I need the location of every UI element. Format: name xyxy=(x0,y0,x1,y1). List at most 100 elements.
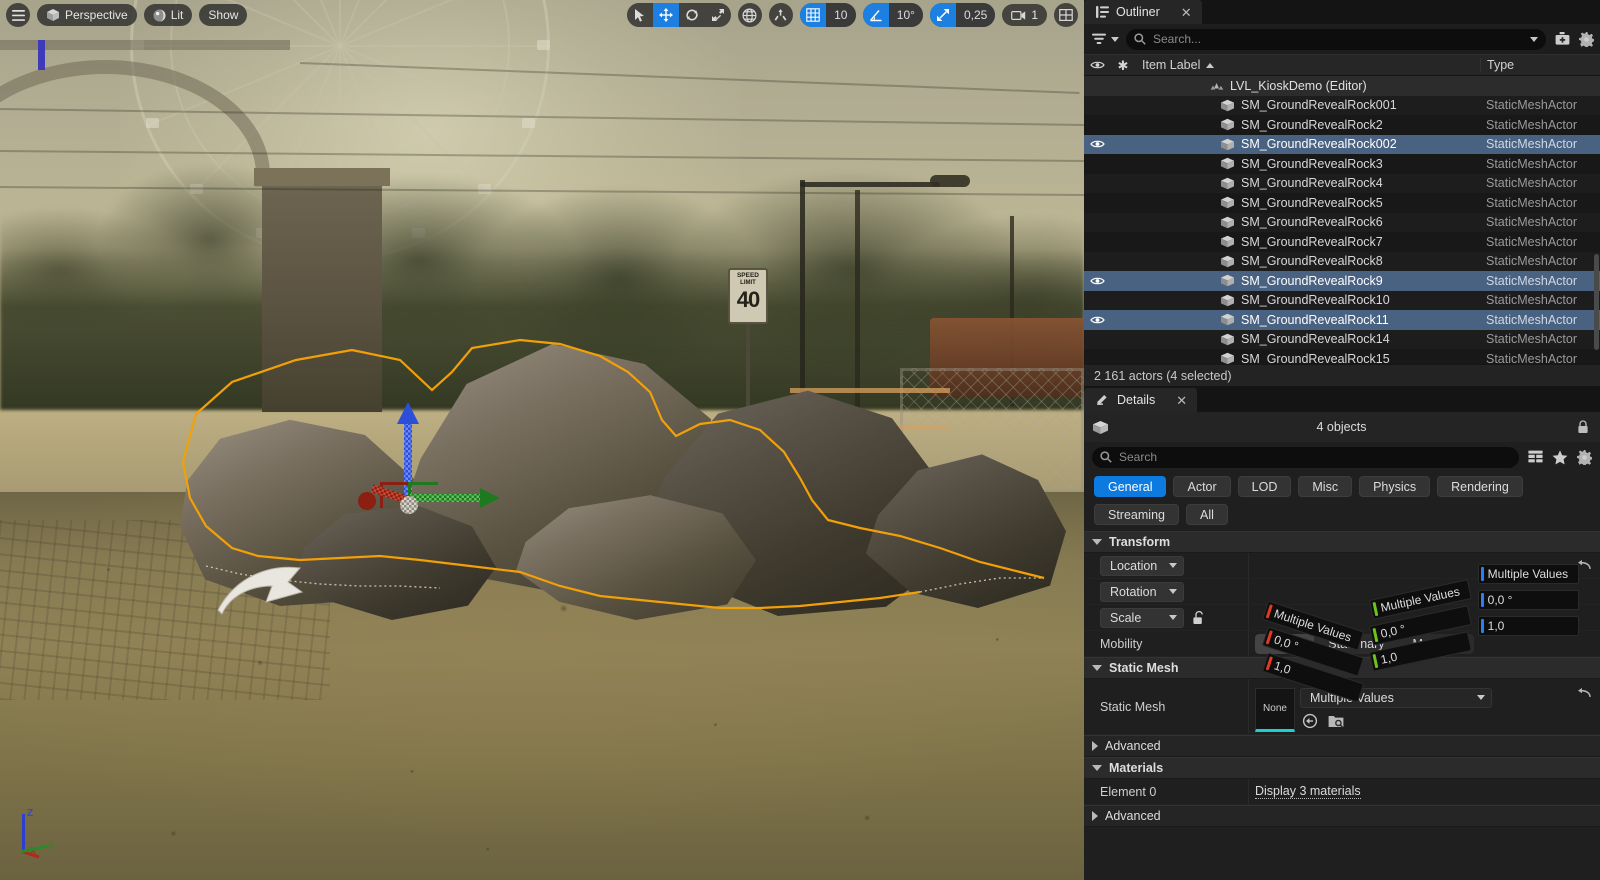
details-filter-rendering[interactable]: Rendering xyxy=(1437,476,1523,497)
outliner-row[interactable]: SM_GroundRevealRock5StaticMeshActor xyxy=(1084,193,1600,213)
gizmo-yz-plane-handle[interactable] xyxy=(408,482,438,485)
outliner-row[interactable]: SM_GroundRevealRock6StaticMeshActor xyxy=(1084,213,1600,233)
details-filter-streaming[interactable]: Streaming xyxy=(1094,504,1179,525)
section-materials-advanced[interactable]: Advanced xyxy=(1084,805,1600,827)
gizmo-z-arrow[interactable] xyxy=(397,402,419,424)
angle-snap-toggle[interactable] xyxy=(863,3,889,27)
row-visibility-toggle[interactable] xyxy=(1084,276,1110,286)
close-icon[interactable]: ✕ xyxy=(1176,394,1187,407)
outliner-settings-button[interactable] xyxy=(1578,32,1594,47)
outliner-level-row[interactable]: LVL_KioskDemo (Editor) xyxy=(1084,76,1600,96)
details-filter-general[interactable]: General xyxy=(1094,476,1166,497)
rotate-tool-button[interactable] xyxy=(679,3,705,27)
camera-speed-button[interactable]: 1 xyxy=(1002,4,1047,26)
section-transform[interactable]: Transform xyxy=(1084,531,1600,553)
gizmo-y-axis[interactable] xyxy=(410,494,488,502)
chevron-down-icon[interactable] xyxy=(1111,37,1119,42)
add-actor-button[interactable] xyxy=(1553,32,1571,46)
viewport-camera-mode-button[interactable]: Perspective xyxy=(37,4,137,26)
scale-z-input[interactable]: 1,0 xyxy=(1478,616,1579,636)
static-mesh-thumbnail[interactable]: None xyxy=(1255,688,1295,732)
viewport-show-button[interactable]: Show xyxy=(199,4,247,26)
scale-snap-toggle[interactable] xyxy=(930,3,956,27)
outliner-row[interactable]: SM_GroundRevealRock7StaticMeshActor xyxy=(1084,232,1600,252)
search-options-chevron-icon[interactable] xyxy=(1530,37,1538,42)
gizmo-y-arrow[interactable] xyxy=(480,488,500,508)
outliner-row[interactable]: SM_GroundRevealRock9StaticMeshActor xyxy=(1084,271,1600,291)
static-mesh-reset-button[interactable] xyxy=(1574,688,1594,700)
row-visibility-toggle[interactable] xyxy=(1084,139,1110,149)
row-visibility-toggle[interactable] xyxy=(1084,315,1110,325)
details-settings-button[interactable] xyxy=(1577,450,1592,465)
static-mesh-browse-button[interactable] xyxy=(1302,713,1318,729)
outliner-scrollbar-thumb[interactable] xyxy=(1594,254,1599,350)
location-type-dropdown[interactable]: Location xyxy=(1100,556,1184,576)
location-z-input[interactable]: Multiple Values xyxy=(1478,564,1579,584)
section-static-mesh-advanced[interactable]: Advanced xyxy=(1084,735,1600,757)
collapse-triangle-icon[interactable] xyxy=(1092,539,1102,545)
grid-snap-toggle[interactable] xyxy=(800,3,826,27)
outliner-search-input[interactable] xyxy=(1153,32,1523,46)
outliner-row[interactable]: SM_GroundRevealRock11StaticMeshActor xyxy=(1084,310,1600,330)
outliner-scrollbar[interactable] xyxy=(1593,76,1600,364)
selected-rock-formation[interactable] xyxy=(176,330,1046,620)
translate-tool-button[interactable] xyxy=(653,3,679,27)
details-filter-physics[interactable]: Physics xyxy=(1359,476,1430,497)
tab-details-label: Details xyxy=(1117,393,1155,407)
expand-triangle-icon[interactable] xyxy=(1092,741,1098,751)
viewport-menu-button[interactable] xyxy=(6,3,30,27)
expand-triangle-icon[interactable] xyxy=(1092,811,1098,821)
collapse-triangle-icon[interactable] xyxy=(1092,765,1102,771)
rotation-type-dropdown[interactable]: Rotation xyxy=(1100,582,1184,602)
outliner-row[interactable]: SM_GroundRevealRock14StaticMeshActor xyxy=(1084,330,1600,350)
details-search[interactable] xyxy=(1092,447,1519,468)
column-item-label-header[interactable]: Item Label xyxy=(1136,58,1480,72)
outliner-row[interactable]: SM_GroundRevealRock002StaticMeshActor xyxy=(1084,135,1600,155)
scale-snap-value[interactable]: 0,25 xyxy=(956,3,995,27)
column-type-header[interactable]: Type xyxy=(1480,58,1600,72)
outliner-row[interactable]: SM_GroundRevealRock8StaticMeshActor xyxy=(1084,252,1600,272)
outliner-row[interactable]: SM_GroundRevealRock4StaticMeshActor xyxy=(1084,174,1600,194)
select-tool-button[interactable] xyxy=(627,3,653,27)
details-columns-button[interactable] xyxy=(1528,450,1543,464)
move-gizmo[interactable] xyxy=(370,410,500,520)
tab-outliner[interactable]: Outliner ✕ xyxy=(1084,0,1202,24)
details-filter-misc[interactable]: Misc xyxy=(1298,476,1352,497)
details-lock-button[interactable] xyxy=(1574,420,1592,434)
grid-snap-value[interactable]: 10 xyxy=(826,3,856,27)
outliner-row[interactable]: SM_GroundRevealRock15StaticMeshActor xyxy=(1084,349,1600,364)
display-materials-link[interactable]: Display 3 materials xyxy=(1255,784,1361,799)
static-mesh-find-button[interactable] xyxy=(1328,713,1345,729)
outliner-row[interactable]: SM_GroundRevealRock3StaticMeshActor xyxy=(1084,154,1600,174)
coordinate-system-button[interactable] xyxy=(738,3,762,27)
angle-snap-value[interactable]: 10° xyxy=(889,3,923,27)
column-pin-header[interactable]: ✱ xyxy=(1110,59,1136,72)
details-filter-lod[interactable]: LOD xyxy=(1238,476,1292,497)
surface-snap-button[interactable] xyxy=(769,3,793,27)
scale-ratio-lock-button[interactable] xyxy=(1192,611,1205,625)
filter-icon[interactable] xyxy=(1092,33,1106,45)
details-filter-actor[interactable]: Actor xyxy=(1173,476,1230,497)
scale-tool-button[interactable] xyxy=(705,3,731,27)
details-favorites-button[interactable] xyxy=(1552,450,1568,465)
viewport-layout-button[interactable] xyxy=(1054,3,1078,27)
rotation-z-input[interactable]: 0,0 ° xyxy=(1478,590,1579,610)
details-search-input[interactable] xyxy=(1119,450,1511,464)
outliner-row[interactable]: SM_GroundRevealRock10StaticMeshActor xyxy=(1084,291,1600,311)
outliner-row[interactable]: SM_GroundRevealRock2StaticMeshActor xyxy=(1084,115,1600,135)
viewport-view-mode-button[interactable]: Lit xyxy=(144,4,193,26)
gizmo-center-handle[interactable] xyxy=(400,496,418,514)
outliner-search[interactable] xyxy=(1126,29,1546,50)
details-filter-all[interactable]: All xyxy=(1186,504,1228,525)
close-icon[interactable]: ✕ xyxy=(1181,6,1192,19)
scale-type-dropdown[interactable]: Scale xyxy=(1100,608,1184,628)
section-materials[interactable]: Materials xyxy=(1084,757,1600,779)
gizmo-x-arrow[interactable] xyxy=(358,492,376,510)
tab-details[interactable]: Details ✕ xyxy=(1084,388,1197,412)
column-visibility-header[interactable] xyxy=(1084,60,1110,70)
outliner-tree[interactable]: LVL_KioskDemo (Editor)SM_GroundRevealRoc… xyxy=(1084,76,1600,364)
outliner-row[interactable]: SM_GroundRevealRock001StaticMeshActor xyxy=(1084,96,1600,116)
level-viewport[interactable]: SPEED LIMIT 40 xyxy=(0,0,1084,880)
collapse-triangle-icon[interactable] xyxy=(1092,665,1102,671)
sphere-icon xyxy=(153,9,166,22)
